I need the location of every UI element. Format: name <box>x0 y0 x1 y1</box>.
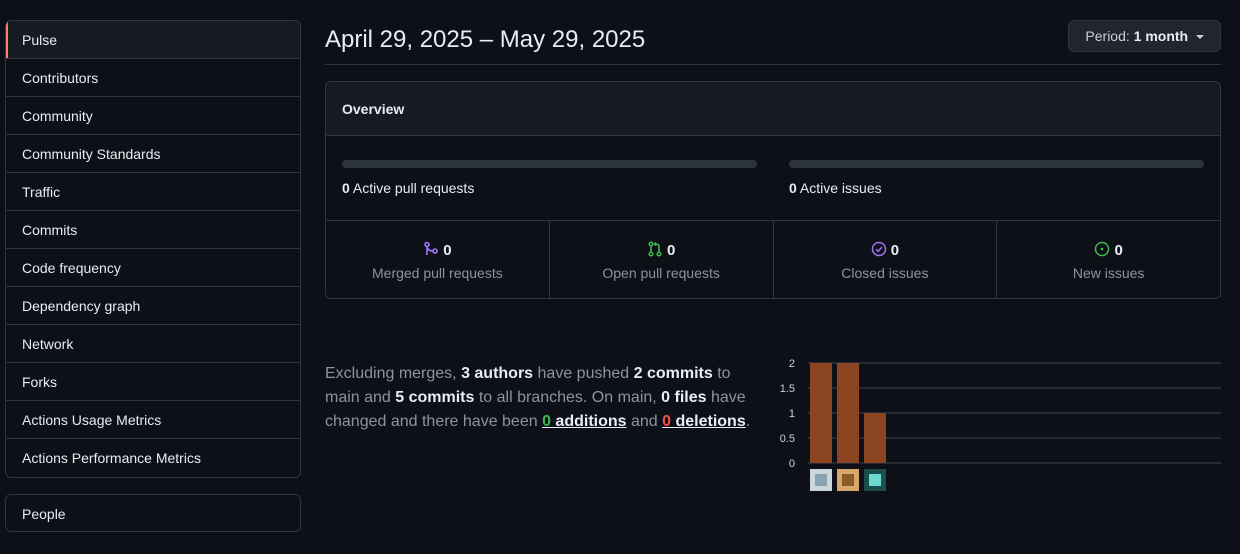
merged-prs-label: Merged pull requests <box>372 265 503 281</box>
sidebar-item-dependency-graph[interactable]: Dependency graph <box>6 287 300 325</box>
new-issues-label: New issues <box>1072 265 1145 281</box>
active-prs-label: Active pull requests <box>352 180 475 196</box>
author-avatar-detail <box>815 474 827 486</box>
summary-text: and <box>626 413 663 430</box>
stat-merged-prs[interactable]: 0 Merged pull requests <box>326 221 550 298</box>
sidebar-item-code-frequency[interactable]: Code frequency <box>6 249 300 287</box>
y-tick-label: 1.5 <box>780 383 795 395</box>
overview-progress-row: 0 Active pull requests 0 Active issues <box>326 136 1220 221</box>
additions-count: 0 <box>542 413 551 430</box>
commits-all-count: 5 commits <box>395 389 475 406</box>
new-issues-count: 0 <box>1114 242 1123 259</box>
stat-new-issues[interactable]: 0 New issues <box>997 221 1220 298</box>
active-issues-progress-bar <box>789 160 1204 168</box>
sidebar-item-network[interactable]: Network <box>6 325 300 363</box>
overview-title: Overview <box>326 82 1220 136</box>
pulse-header: April 29, 2025 – May 29, 2025 Period: 1 … <box>325 20 1221 65</box>
additions-word: additions <box>550 413 627 430</box>
merged-prs-count: 0 <box>443 242 452 259</box>
closed-issues-label: Closed issues <box>841 265 929 281</box>
period-prefix: Period: <box>1085 28 1130 44</box>
chart-bar[interactable] <box>837 363 859 463</box>
additions-link[interactable]: 0 additions <box>542 413 626 430</box>
chart-bar[interactable] <box>810 363 832 463</box>
pull-request-icon <box>648 241 662 257</box>
closed-issues-count: 0 <box>890 242 900 259</box>
commits-main-count: 2 commits <box>633 365 713 382</box>
issue-opened-icon <box>1095 241 1110 257</box>
main-content: April 29, 2025 – May 29, 2025 Period: 1 … <box>325 20 1221 491</box>
deletions-count: 0 <box>662 413 672 430</box>
deletions-word: deletions <box>671 413 746 430</box>
author-avatar-detail <box>842 474 854 486</box>
active-issues-count: 0 <box>789 180 797 196</box>
author-avatar-detail <box>869 474 881 486</box>
sidebar-item-actions-usage-metrics[interactable]: Actions Usage Metrics <box>6 401 300 439</box>
y-tick-label: 0 <box>789 458 795 470</box>
sidebar-item-pulse[interactable]: Pulse <box>6 21 300 59</box>
caret-down-icon <box>1196 35 1204 40</box>
active-issues-label: Active issues <box>799 180 882 196</box>
sidebar-item-actions-performance-metrics[interactable]: Actions Performance Metrics <box>6 439 300 477</box>
summary-text: to all branches. On main, <box>474 389 662 406</box>
open-prs-count: 0 <box>666 242 676 259</box>
active-prs-progress-bar <box>342 160 757 168</box>
y-tick-label: 2 <box>789 358 795 370</box>
commit-summary: Excluding merges, 3 authors have pushed … <box>325 362 765 434</box>
summary-text: have pushed <box>533 365 634 382</box>
sidebar: Pulse Contributors Community Community Stan… <box>5 20 301 532</box>
open-prs-label: Open pull requests <box>602 265 720 281</box>
chart-bar[interactable] <box>864 413 886 463</box>
sidebar-item-traffic[interactable]: Traffic <box>6 173 300 211</box>
y-tick-label: 1 <box>789 408 795 420</box>
sidebar-item-community[interactable]: Community <box>6 97 300 135</box>
y-tick-label: 0.5 <box>780 433 795 445</box>
active-prs-text[interactable]: 0 Active pull requests <box>342 180 757 196</box>
stat-open-prs[interactable]: 0 Open pull requests <box>550 221 774 298</box>
sidebar-item-commits[interactable]: Commits <box>6 211 300 249</box>
sidebar-item-people[interactable]: People <box>5 494 301 532</box>
sidebar-item-forks[interactable]: Forks <box>6 363 300 401</box>
sidebar-item-community-standards[interactable]: Community Standards <box>6 135 300 173</box>
check-circle-icon <box>871 241 886 257</box>
authors-count: 3 authors <box>461 365 534 382</box>
merge-icon <box>424 241 439 255</box>
overview-stats-row: 0 Merged pull requests 0 Open pull reque… <box>326 221 1220 298</box>
sidebar-item-contributors[interactable]: Contributors <box>6 59 300 97</box>
period-dropdown-button[interactable]: Period: 1 month <box>1068 20 1221 52</box>
overview-panel: Overview 0 Active pull requests 0 Active… <box>325 81 1221 299</box>
period-value: 1 month <box>1133 28 1189 44</box>
active-issues-text[interactable]: 0 Active issues <box>789 180 1204 196</box>
files-count: 0 files <box>661 389 707 406</box>
active-prs-count: 0 <box>342 180 350 196</box>
deletions-link[interactable]: 0 deletions <box>662 413 746 430</box>
stat-closed-issues[interactable]: 0 Closed issues <box>774 221 998 298</box>
sidebar-nav: Pulse Contributors Community Community Stan… <box>5 20 301 478</box>
active-prs-column: 0 Active pull requests <box>342 160 757 196</box>
summary-text: Excluding merges, <box>325 365 462 382</box>
summary-text: . <box>745 413 751 430</box>
commits-by-author-chart: 0 0.5 1 1.5 2 <box>780 358 1221 491</box>
active-issues-column: 0 Active issues <box>789 160 1204 196</box>
